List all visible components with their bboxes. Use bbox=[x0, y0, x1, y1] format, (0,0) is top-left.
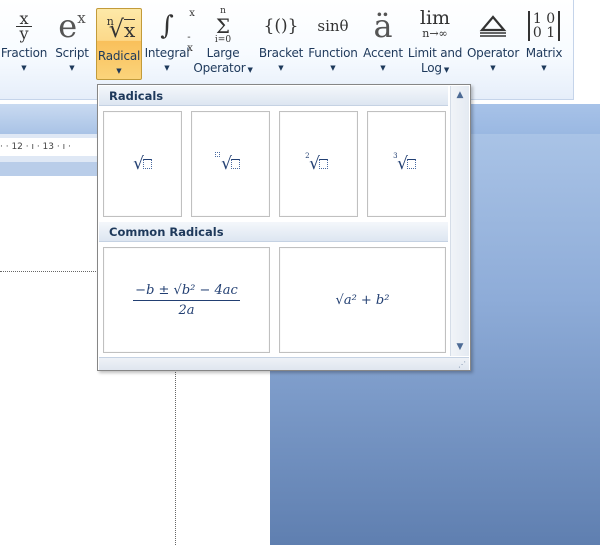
integral-label: Integral bbox=[144, 46, 190, 60]
integral-icon: ∫ x -x bbox=[160, 8, 195, 54]
radical-gallery: Radicals √ √ 2 √ 3 √ Common Radicals −b ± … bbox=[97, 84, 471, 371]
integral-button[interactable]: ∫ x -x Integral ▼ bbox=[143, 6, 195, 80]
script-icon: e x bbox=[58, 7, 86, 45]
limit-icon: lim n→∞ bbox=[419, 7, 451, 41]
script-button[interactable]: e x Script ▼ bbox=[50, 6, 94, 80]
square-root-symbol: √ bbox=[133, 154, 152, 174]
chevron-down-icon: ▼ bbox=[278, 64, 284, 72]
large-operator-button[interactable]: n Σ i=0 Large Operator ▼ bbox=[192, 6, 254, 80]
pythagorean-root-tile[interactable]: √a² + b² bbox=[279, 247, 446, 353]
cube-root-symbol: 3 √ bbox=[393, 153, 416, 174]
operator-icon bbox=[478, 6, 508, 46]
chevron-down-icon: ▼ bbox=[69, 64, 75, 72]
radical-label: Radical bbox=[97, 49, 141, 63]
radical-icon: n √ x bbox=[106, 15, 136, 43]
chevron-down-icon: ▼ bbox=[164, 64, 170, 72]
large-operator-label-2: Operator ▼ bbox=[193, 61, 253, 75]
pythagorean-root: √a² + b² bbox=[335, 292, 390, 308]
nth-root-symbol: √ bbox=[215, 152, 240, 174]
limit-and-log-label-1: Limit and bbox=[407, 46, 463, 60]
limit-and-log-button[interactable]: lim n→∞ Limit and Log ▼ bbox=[406, 6, 464, 80]
chevron-down-icon: ▼ bbox=[380, 64, 386, 72]
nth-root-tile[interactable]: √ bbox=[191, 111, 270, 217]
accent-label: Accent bbox=[363, 46, 403, 60]
fraction-label: Fraction bbox=[0, 46, 48, 60]
matrix-button[interactable]: 1 0 0 1 Matrix ▼ bbox=[522, 6, 566, 80]
section-header-radicals: Radicals bbox=[99, 86, 448, 106]
function-label: Function bbox=[308, 46, 358, 60]
fraction-icon: x y bbox=[16, 6, 32, 46]
square-root-index-2-symbol: 2 √ bbox=[305, 153, 328, 174]
function-icon: sinθ bbox=[317, 17, 349, 35]
chevron-down-icon: ▼ bbox=[490, 64, 496, 72]
square-root-index-2-tile[interactable]: 2 √ bbox=[279, 111, 358, 217]
quadratic-formula: −b ± √b² − 4ac 2a bbox=[133, 282, 240, 318]
bracket-label: Bracket bbox=[258, 46, 304, 60]
chevron-down-icon: ▼ bbox=[541, 64, 547, 72]
gallery-resize-bar[interactable]: ⋰ bbox=[99, 357, 469, 370]
resize-grip-icon[interactable]: ⋰ bbox=[458, 361, 466, 369]
accent-button[interactable]: ä Accent ▼ bbox=[362, 6, 404, 80]
large-operator-icon: n Σ i=0 bbox=[214, 6, 232, 45]
matrix-icon: 1 0 0 1 bbox=[527, 6, 561, 46]
horizontal-ruler[interactable]: · · 12 · ı · 13 · ı · bbox=[0, 138, 98, 156]
chevron-down-icon: ▼ bbox=[116, 67, 122, 75]
large-operator-label-1: Large bbox=[206, 46, 240, 60]
document-background-top bbox=[470, 104, 600, 134]
bracket-icon: {()} bbox=[263, 16, 299, 36]
text-boundary-line bbox=[0, 271, 98, 272]
script-label: Script bbox=[55, 46, 89, 60]
gallery-scrollbar[interactable]: ▲ ▼ bbox=[450, 86, 469, 356]
operator-label: Operator bbox=[466, 46, 520, 60]
matrix-label: Matrix bbox=[525, 46, 563, 60]
operator-button[interactable]: Operator ▼ bbox=[465, 6, 521, 80]
limit-and-log-label-2: Log ▼ bbox=[420, 61, 450, 75]
accent-icon: ä bbox=[373, 7, 393, 45]
scroll-down-icon[interactable]: ▼ bbox=[451, 340, 469, 354]
page-margin-band bbox=[0, 162, 98, 176]
section-header-common-radicals: Common Radicals bbox=[99, 222, 448, 242]
text-boundary-line-vertical bbox=[175, 370, 176, 545]
chevron-down-icon: ▼ bbox=[330, 64, 336, 72]
quadratic-formula-tile[interactable]: −b ± √b² − 4ac 2a bbox=[103, 247, 270, 353]
bracket-button[interactable]: {()} Bracket ▼ bbox=[257, 6, 305, 80]
radical-button[interactable]: n √ x Radical ▼ bbox=[96, 8, 142, 80]
square-root-tile[interactable]: √ bbox=[103, 111, 182, 217]
scroll-up-icon[interactable]: ▲ bbox=[451, 88, 469, 102]
chevron-down-icon: ▼ bbox=[21, 64, 27, 72]
fraction-button[interactable]: x y Fraction ▼ bbox=[0, 6, 48, 80]
cube-root-tile[interactable]: 3 √ bbox=[367, 111, 446, 217]
function-button[interactable]: sinθ Function ▼ bbox=[306, 6, 360, 80]
